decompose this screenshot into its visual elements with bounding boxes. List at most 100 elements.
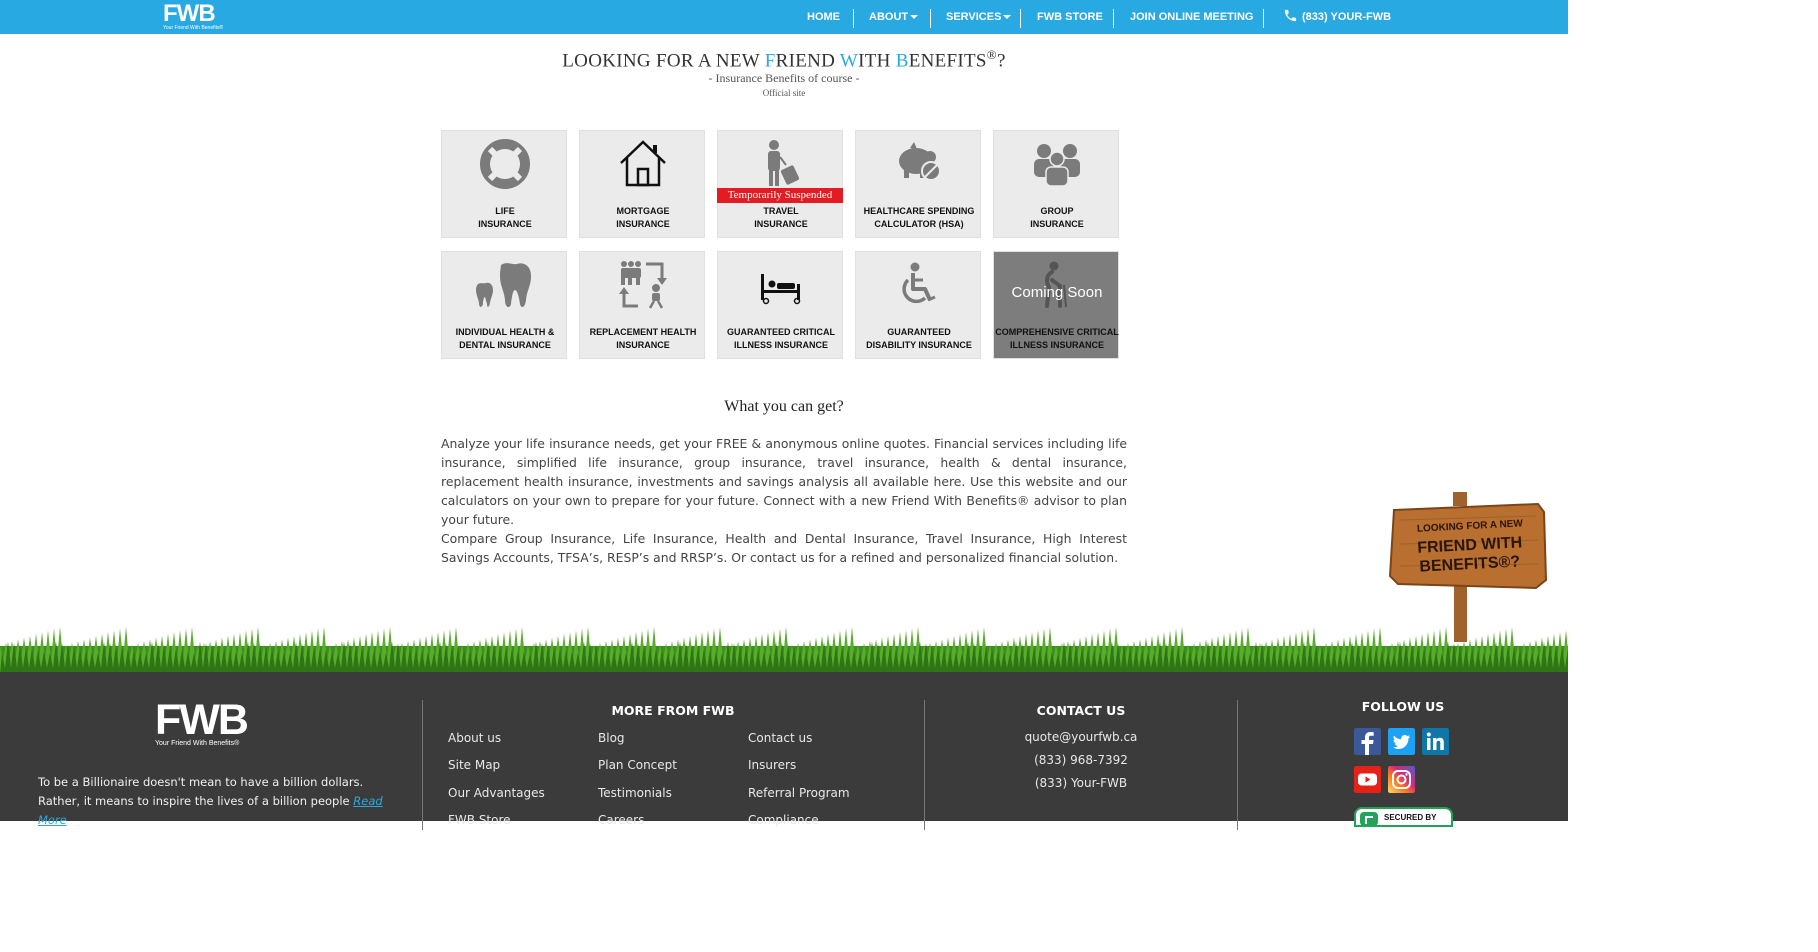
tile-label-line: GUARANTEED [887,327,951,337]
nav-about[interactable]: ABOUT [869,0,919,34]
title-part: ? [996,50,1006,72]
replacement-icon [580,260,706,310]
official-site-label: Official site [762,88,806,98]
tile-label: TRAVEL INSURANCE [718,205,844,231]
tile-comprehensive-critical-illness[interactable]: Coming Soon COMPREHENSIVE CRITICAL ILLNES… [993,251,1119,359]
nav-divider [930,9,931,28]
tile-label-line: INSURANCE [478,219,532,229]
secured-by-label: SECURED BY [1384,813,1437,822]
facebook-icon[interactable] [1354,728,1381,755]
title-part: ENEFITS [908,50,987,72]
tile-replacement-health[interactable]: REPLACEMENT HEALTH INSURANCE [579,251,705,359]
tile-life-insurance[interactable]: LIFE INSURANCE [441,130,567,238]
fwb-logo[interactable]: FWB Your Friend With Benefits® [163,0,224,32]
nav-services[interactable]: SERVICES [946,0,1012,34]
logo-tagline: Your Friend With Benefits® [163,25,224,31]
footer-link-contact[interactable]: Contact us [748,731,812,745]
follow-us-heading: FOLLOW US [1361,699,1445,714]
tile-label-line: GUARANTEED CRITICAL [727,327,835,337]
title-part: F [764,50,776,72]
tile-label-line: DENTAL INSURANCE [459,340,551,350]
compare-paragraph: Compare Group Insurance, Life Insurance,… [441,531,1127,565]
tile-label-line: COMPREHENSIVE CRITICAL [995,327,1119,337]
footer-link-fwb-store[interactable]: FWB Store [448,813,511,827]
tile-label: REPLACEMENT HEALTH INSURANCE [580,326,706,352]
tile-travel-insurance[interactable]: Temporarily Suspended TRAVEL INSURANCE [717,130,843,238]
intro-paragraph: Analyze your life insurance needs, get y… [441,436,1127,527]
hospital-bed-icon [718,260,844,310]
top-navbar: FWB Your Friend With Benefits® HOME ABOU… [0,0,1568,34]
lifebuoy-icon [442,139,568,189]
title-part: ITH [858,50,896,72]
footer-logo-mark: FWB [155,696,249,744]
footer-link-blog[interactable]: Blog [598,731,625,745]
nav-divider [1020,9,1021,28]
footer-link-plan-concept[interactable]: Plan Concept [598,758,677,772]
group-icon [994,139,1120,189]
tile-guaranteed-disability[interactable]: GUARANTEED DISABILITY INSURANCE [855,251,981,359]
nav-join-meeting[interactable]: JOIN ONLINE MEETING [1130,0,1253,34]
tile-label: GUARANTEED DISABILITY INSURANCE [856,326,982,352]
contact-phone-number[interactable]: (833) 968-7392 [981,753,1181,767]
title-part: RIEND [775,50,840,72]
tile-label-line: INSURANCE [1030,219,1084,229]
tile-label-line: GROUP [1040,206,1074,216]
tile-healthcare-spending-calculator[interactable]: HEALTHCARE SPENDING CALCULATOR (HSA) [855,130,981,238]
temporarily-suspended-badge: Temporarily Suspended [717,188,843,203]
title-part: LOOKING FOR A NEW [562,50,765,72]
footer-divider [1237,700,1238,830]
tile-label: INDIVIDUAL HEALTH & DENTAL INSURANCE [442,326,568,352]
tile-label-line: CALCULATOR (HSA) [874,219,964,229]
footer-link-advantages[interactable]: Our Advantages [448,786,545,800]
tile-label-line: INSURANCE [616,340,670,350]
footer-logo[interactable]: FWB Your Friend With Benefits® [155,696,251,751]
title-part: B [895,50,909,72]
footer-link-referral[interactable]: Referral Program [748,786,850,800]
nav-divider [1113,9,1114,28]
tile-label: MORTGAGE INSURANCE [580,205,706,231]
tile-label-line: ILLNESS INSURANCE [733,340,828,350]
footer-divider [924,700,925,830]
nav-phone[interactable]: (833) YOUR-FWB [1283,0,1391,34]
page-title: LOOKING FOR A NEW FRIEND WITH BENEFITS®? [0,47,1568,72]
more-from-fwb-heading: MORE FROM FWB [611,703,735,718]
contact-email[interactable]: quote@yourfwb.ca [981,730,1181,744]
wheelchair-icon [856,260,982,310]
footer-link-site-map[interactable]: Site Map [448,758,500,772]
footer-link-testimonials[interactable]: Testimonials [598,786,672,800]
tile-group-insurance[interactable]: GROUP INSURANCE [993,130,1119,238]
tile-label: GROUP INSURANCE [994,205,1120,231]
piggy-bank-icon [856,139,982,189]
twitter-icon[interactable] [1388,728,1415,755]
tile-label-line: MORTGAGE [616,206,670,216]
tile-label-line: INSURANCE [754,219,808,229]
tile-label-line: ILLNESS INSURANCE [1009,340,1104,350]
nav-services-label: SERVICES [946,11,1002,23]
contact-phone-vanity[interactable]: (833) Your-FWB [981,776,1181,790]
nav-divider [1263,9,1264,28]
linkedin-icon[interactable] [1422,728,1449,755]
youtube-icon[interactable] [1354,766,1381,793]
nav-home[interactable]: HOME [807,0,840,34]
tile-label: GUARANTEED CRITICAL ILLNESS INSURANCE [718,326,844,352]
tile-mortgage-insurance[interactable]: MORTGAGE INSURANCE [579,130,705,238]
tile-label-line: LIFE [495,206,515,216]
tile-label-line: DISABILITY INSURANCE [866,340,972,350]
tile-label-line: INDIVIDUAL HEALTH & [455,327,555,337]
tile-guaranteed-critical-illness[interactable]: GUARANTEED CRITICAL ILLNESS INSURANCE [717,251,843,359]
caret-down-icon [910,15,919,20]
phone-icon [1284,9,1297,22]
footer-link-about[interactable]: About us [448,731,501,745]
coming-soon-overlay: Coming Soon [1011,284,1103,301]
tooth-icon [442,260,568,310]
instagram-icon[interactable] [1388,766,1415,793]
logo-mark: FWB [163,0,216,27]
secured-by-badge[interactable]: SECURED BY [1354,807,1453,827]
footer-link-insurers[interactable]: Insurers [748,758,796,772]
nav-fwb-store[interactable]: FWB STORE [1037,0,1103,34]
footer-tagline-text: To be a Billionaire doesn't mean to have… [38,775,364,808]
title-part: ® [986,47,997,62]
tile-individual-health-dental[interactable]: INDIVIDUAL HEALTH & DENTAL INSURANCE [441,251,567,359]
footer-link-compliance[interactable]: Compliance [748,813,819,827]
footer-link-careers[interactable]: Careers [598,813,644,827]
